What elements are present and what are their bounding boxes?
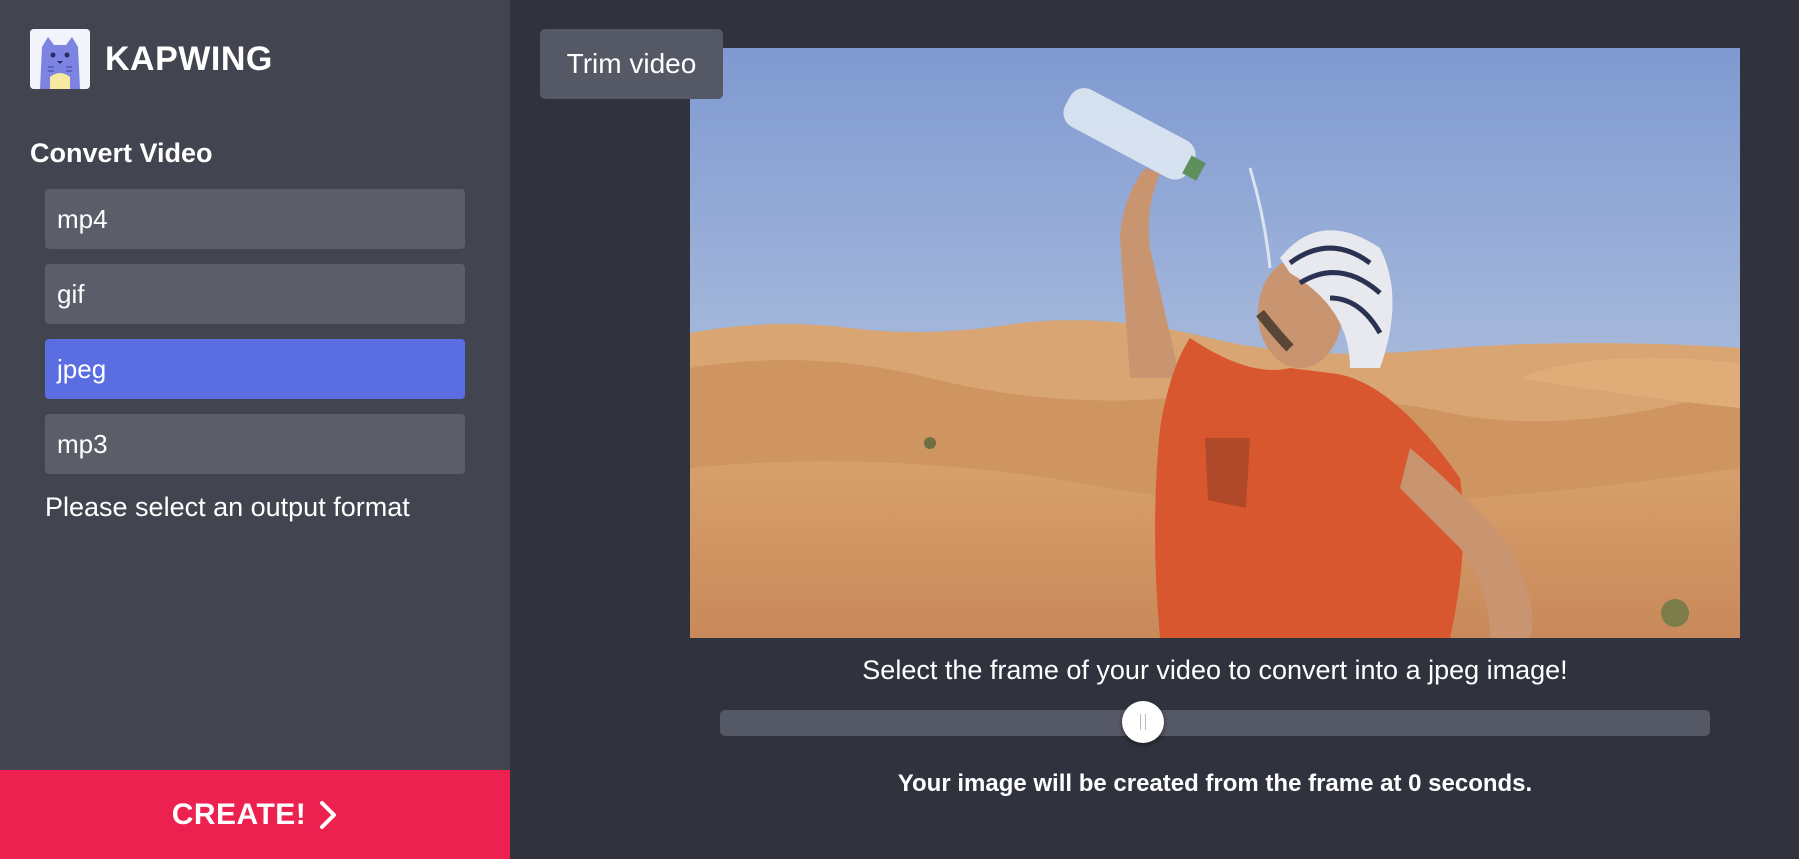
app-window: KAPWING Convert Video mp4 gif jpeg mp3 P… <box>0 0 1799 859</box>
format-option-gif[interactable]: gif <box>45 264 465 324</box>
frame-select-caption: Select the frame of your video to conver… <box>862 655 1568 685</box>
frame-slider-thumb[interactable] <box>1122 701 1164 743</box>
output-format-hint: Please select an output format <box>45 492 410 522</box>
create-button[interactable]: CREATE! <box>0 770 510 859</box>
frame-slider-track[interactable] <box>720 710 1710 736</box>
format-option-mp3[interactable]: mp3 <box>45 414 465 474</box>
kapwing-cat-logo-icon <box>30 29 90 89</box>
section-title: Convert Video <box>30 138 213 168</box>
format-option-mp4[interactable]: mp4 <box>45 189 465 249</box>
brand[interactable]: KAPWING <box>30 29 273 89</box>
video-preview[interactable] <box>690 48 1740 638</box>
brand-name: KAPWING <box>105 39 273 78</box>
grip-icon <box>1140 714 1146 730</box>
trim-video-button[interactable]: Trim video <box>540 29 723 99</box>
frame-status-text: Your image will be created from the fram… <box>897 770 1533 797</box>
sidebar: KAPWING Convert Video mp4 gif jpeg mp3 P… <box>0 0 510 859</box>
format-list: mp4 gif jpeg mp3 <box>45 189 465 489</box>
chevron-right-icon <box>320 800 337 829</box>
format-option-jpeg[interactable]: jpeg <box>45 339 465 399</box>
create-button-label: CREATE! <box>171 797 307 831</box>
